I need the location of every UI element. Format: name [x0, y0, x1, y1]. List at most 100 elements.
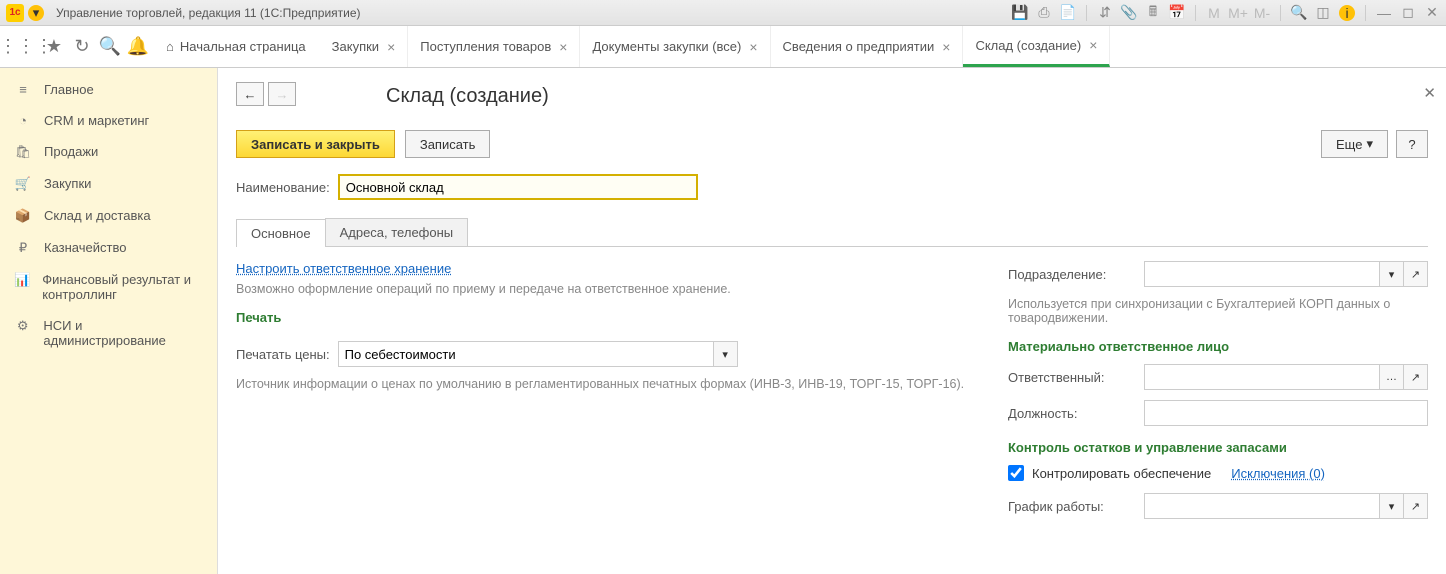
save-icon[interactable]: 💾: [1012, 5, 1028, 21]
help-button[interactable]: ?: [1396, 130, 1428, 158]
dropdown-button[interactable]: ▾: [1380, 261, 1404, 287]
position-input[interactable]: [1144, 400, 1428, 426]
save-close-button[interactable]: Записать и закрыть: [236, 130, 395, 158]
department-label: Подразделение:: [1008, 267, 1136, 282]
responsible-input[interactable]: [1144, 364, 1380, 390]
sidebar-label: Финансовый результат и контроллинг: [42, 272, 203, 302]
home-tab[interactable]: ⌂ Начальная страница: [152, 26, 320, 67]
sidebar-label: CRM и маркетинг: [44, 113, 149, 128]
sidebar-label: Главное: [44, 82, 94, 97]
control-checkbox[interactable]: [1008, 465, 1024, 481]
tab-label: Поступления товаров: [420, 39, 551, 54]
calc-icon[interactable]: 🖩: [1145, 5, 1161, 21]
more-label: Еще: [1336, 137, 1362, 152]
tab-company-info[interactable]: Сведения о предприятии ×: [771, 26, 964, 67]
favorite-star-icon[interactable]: ★: [40, 33, 68, 61]
search-icon[interactable]: 🔍: [96, 33, 124, 61]
memo-mplus-icon[interactable]: M+: [1230, 5, 1246, 21]
sidebar-item-sales[interactable]: 🛍 Продажи: [0, 136, 217, 168]
tab-label: Документы закупки (все): [592, 39, 741, 54]
print-hint: Источник информации о ценах по умолчанию…: [236, 377, 990, 391]
close-icon[interactable]: ×: [1089, 37, 1097, 53]
tab-purchase-docs[interactable]: Документы закупки (все) ×: [580, 26, 770, 67]
memo-m-icon[interactable]: M: [1206, 5, 1222, 21]
gear-icon: ⚙: [14, 318, 31, 334]
open-button[interactable]: ↗: [1404, 261, 1428, 287]
close-icon[interactable]: ×: [559, 39, 567, 55]
tab-label: Склад (создание): [975, 38, 1081, 53]
sidebar-label: Продажи: [44, 144, 98, 159]
home-label: Начальная страница: [180, 39, 306, 54]
menu-icon: ≡: [14, 82, 32, 97]
tab-receipts[interactable]: Поступления товаров ×: [408, 26, 580, 67]
sidebar: ≡ Главное ◔ CRM и маркетинг 🛍 Продажи 🛒 Заку…: [0, 68, 218, 574]
zoom-icon[interactable]: 🔍: [1291, 5, 1307, 21]
dropdown-button[interactable]: ▾: [714, 341, 738, 367]
schedule-input[interactable]: [1144, 493, 1380, 519]
storage-settings-link[interactable]: Настроить ответственное хранение: [236, 261, 451, 276]
sidebar-label: Закупки: [44, 176, 91, 191]
sidebar-item-warehouse[interactable]: 📦 Склад и доставка: [0, 200, 217, 232]
local-tab-addresses[interactable]: Адреса, телефоны: [325, 218, 469, 246]
control-section-header: Контроль остатков и управление запасами: [1008, 440, 1428, 455]
sidebar-item-crm[interactable]: ◔ CRM и маркетинг: [0, 105, 217, 136]
print-prices-select[interactable]: [338, 341, 714, 367]
dropdown-button[interactable]: ▾: [1380, 493, 1404, 519]
memo-mminus-icon[interactable]: M-: [1254, 5, 1270, 21]
cart-icon: 🛒: [14, 176, 32, 192]
attach-icon[interactable]: 📎: [1121, 5, 1137, 21]
sidebar-label: НСИ и администрирование: [43, 318, 203, 348]
bell-icon[interactable]: 🔔: [124, 33, 152, 61]
app-logo-icon: 1c: [6, 4, 24, 22]
apps-grid-icon[interactable]: ⋮⋮⋮: [12, 33, 40, 61]
print-prices-label: Печатать цены:: [236, 347, 330, 362]
sidebar-label: Казначейство: [44, 240, 126, 255]
calendar-icon[interactable]: 📅: [1169, 5, 1185, 21]
app-menu-dropdown[interactable]: ▾: [28, 5, 44, 21]
close-icon[interactable]: ×: [387, 39, 395, 55]
open-button[interactable]: ↗: [1404, 493, 1428, 519]
tab-warehouse-create[interactable]: Склад (создание) ×: [963, 26, 1110, 67]
close-icon[interactable]: ×: [942, 39, 950, 55]
name-label: Наименование:: [236, 180, 330, 195]
tab-label: Сведения о предприятии: [783, 39, 935, 54]
chart-icon: 📊: [14, 272, 30, 288]
window-title: Управление торговлей, редакция 11 (1С:Пр…: [56, 6, 361, 20]
close-icon[interactable]: ×: [749, 39, 757, 55]
sidebar-item-main[interactable]: ≡ Главное: [0, 74, 217, 105]
doc-icon[interactable]: 📄: [1060, 5, 1076, 21]
close-window-icon[interactable]: ✕: [1424, 5, 1440, 21]
print-icon[interactable]: ⎙: [1036, 5, 1052, 21]
minimize-icon[interactable]: —: [1376, 5, 1392, 21]
sidebar-item-admin[interactable]: ⚙ НСИ и администрирование: [0, 310, 217, 356]
responsible-label: Ответственный:: [1008, 370, 1136, 385]
maximize-icon[interactable]: ◻: [1400, 5, 1416, 21]
pie-icon: ◔: [14, 113, 32, 128]
local-tab-main[interactable]: Основное: [236, 219, 326, 247]
name-input[interactable]: [338, 174, 698, 200]
sidebar-item-finresult[interactable]: 📊 Финансовый результат и контроллинг: [0, 264, 217, 310]
info-icon[interactable]: i: [1339, 5, 1355, 21]
history-icon[interactable]: ↻: [68, 33, 96, 61]
department-input[interactable]: [1144, 261, 1380, 287]
open-button[interactable]: ↗: [1404, 364, 1428, 390]
save-button[interactable]: Записать: [405, 130, 491, 158]
box-icon: 📦: [14, 208, 32, 224]
sidebar-item-purchases[interactable]: 🛒 Закупки: [0, 168, 217, 200]
nav-forward-button[interactable]: →: [268, 82, 296, 106]
tab-purchases[interactable]: Закупки ×: [320, 26, 409, 67]
sidebar-label: Склад и доставка: [44, 208, 151, 223]
panel-icon[interactable]: ◫: [1315, 5, 1331, 21]
schedule-label: График работы:: [1008, 499, 1136, 514]
tab-label: Закупки: [332, 39, 379, 54]
exceptions-link[interactable]: Исключения (0): [1231, 466, 1325, 481]
nav-back-button[interactable]: ←: [236, 82, 264, 106]
sidebar-item-treasury[interactable]: ₽Казначейство: [0, 232, 217, 264]
bag-icon: 🛍: [14, 144, 32, 160]
select-button[interactable]: …: [1380, 364, 1404, 390]
chevron-down-icon: ▾: [1366, 136, 1373, 152]
compare-icon[interactable]: ⇵: [1097, 5, 1113, 21]
close-page-icon[interactable]: ✕: [1423, 84, 1436, 102]
more-button[interactable]: Еще ▾: [1321, 130, 1388, 158]
page-title: Склад (создание): [386, 85, 549, 108]
